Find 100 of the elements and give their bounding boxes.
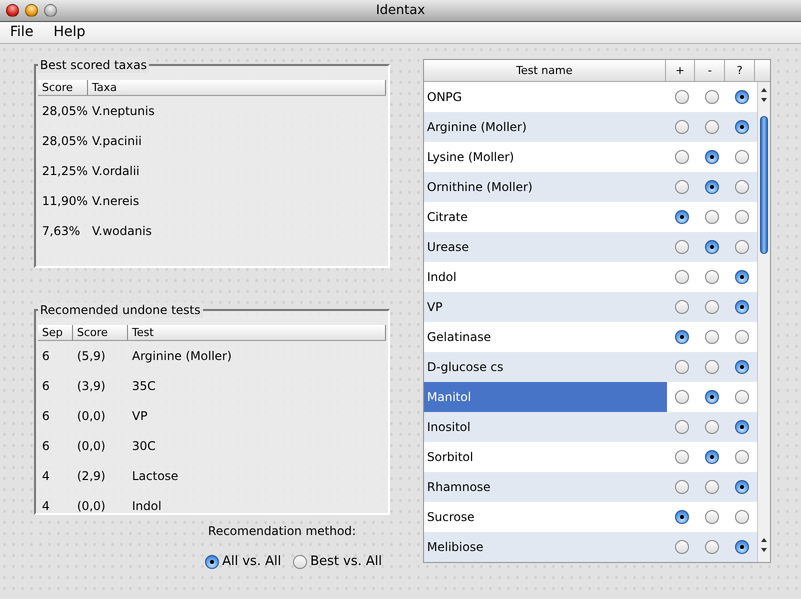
table-cell-text: 6 — [41, 438, 51, 455]
radio-button[interactable] — [705, 120, 719, 134]
window-title: Identax — [376, 2, 426, 18]
radio-button[interactable] — [705, 180, 719, 194]
radio-button[interactable] — [675, 180, 689, 194]
radio-button[interactable] — [675, 450, 689, 464]
radio-button[interactable] — [705, 270, 719, 284]
radio-button[interactable] — [293, 554, 308, 569]
radio-button[interactable] — [735, 510, 749, 524]
radio-button[interactable] — [675, 120, 689, 134]
radio-button[interactable] — [735, 450, 749, 464]
radio-button[interactable] — [705, 210, 719, 224]
column-header[interactable]: Test — [128, 325, 386, 340]
radio-button[interactable] — [735, 540, 749, 554]
table-cell-text: V.pacinii — [91, 133, 142, 150]
zoom-icon[interactable] — [44, 4, 57, 17]
table-cell-text: 21,25% — [41, 163, 88, 180]
radio-button[interactable] — [675, 90, 689, 104]
method-label: Recomendation method: — [208, 524, 356, 538]
radio-button[interactable] — [705, 420, 719, 434]
table-row-name[interactable]: Sucrose — [424, 502, 667, 532]
radio-button[interactable] — [705, 300, 719, 314]
radio-button[interactable] — [705, 450, 719, 464]
menu-item[interactable]: Help — [43, 22, 96, 43]
radio-button[interactable] — [735, 270, 749, 284]
radio-button[interactable] — [705, 240, 719, 254]
radio-button[interactable] — [675, 300, 689, 314]
radio-button[interactable] — [735, 360, 749, 374]
table-cell-text: (2,9) — [76, 468, 106, 485]
radio-button[interactable] — [675, 360, 689, 374]
radio-button[interactable] — [675, 420, 689, 434]
table-cell-text: (0,0) — [76, 498, 106, 515]
table-cell-text: Lactose — [131, 468, 178, 485]
radio-button[interactable] — [705, 150, 719, 164]
table-row-name[interactable]: Gelatinase — [424, 322, 667, 352]
radio-button[interactable] — [735, 120, 749, 134]
table-cell-text: 11,90% — [41, 193, 88, 210]
minimize-icon[interactable] — [25, 4, 38, 17]
menu-item[interactable]: File — [0, 22, 44, 43]
column-header[interactable]: Sep — [38, 325, 73, 340]
radio-button[interactable] — [735, 390, 749, 404]
radio-label[interactable]: All vs. All — [222, 552, 282, 572]
group-title: Recomended undone tests — [38, 302, 202, 318]
radio-button[interactable] — [675, 270, 689, 284]
radio-button[interactable] — [705, 540, 719, 554]
table-cell-text: VP — [131, 408, 148, 425]
radio-button[interactable] — [735, 420, 749, 434]
radio-button[interactable] — [675, 330, 689, 344]
column-header[interactable]: Score — [73, 325, 128, 340]
column-header[interactable]: Test name — [424, 60, 666, 81]
table-cell-text: (0,0) — [76, 438, 106, 455]
radio-button[interactable] — [675, 210, 689, 224]
radio-label[interactable]: Best vs. All — [310, 552, 382, 572]
radio-button[interactable] — [735, 300, 749, 314]
radio-button[interactable] — [705, 480, 719, 494]
radio-button[interactable] — [735, 180, 749, 194]
table-cell-text: 4 — [41, 468, 51, 485]
table-row-name[interactable]: Citrate — [424, 202, 667, 232]
table-row-name[interactable]: Indol — [424, 262, 667, 292]
table-row-name[interactable]: ONPG — [424, 82, 667, 112]
radio-button[interactable] — [705, 360, 719, 374]
group-title: Best scored taxas — [38, 57, 149, 73]
table-row-name[interactable]: Sorbitol — [424, 442, 667, 472]
radio-button[interactable] — [735, 90, 749, 104]
table-cell-text: V.neptunis — [91, 103, 155, 120]
table-cell-text: 6 — [41, 408, 51, 425]
close-icon[interactable] — [6, 4, 19, 17]
column-header[interactable]: ? — [725, 60, 756, 81]
radio-button[interactable] — [675, 150, 689, 164]
radio-button[interactable] — [675, 240, 689, 254]
radio-button[interactable] — [735, 150, 749, 164]
radio-button[interactable] — [705, 510, 719, 524]
radio-button[interactable] — [705, 90, 719, 104]
table-cell-text: (5,9) — [76, 348, 106, 365]
radio-button[interactable] — [735, 480, 749, 494]
table-cell-text: Arginine (Moller) — [131, 348, 232, 365]
table-cell-text: 6 — [41, 378, 51, 395]
radio-button[interactable] — [675, 480, 689, 494]
radio-button[interactable] — [705, 330, 719, 344]
table-row-name[interactable]: Lysine (Moller) — [424, 142, 667, 172]
table-cell-text: 7,63% — [41, 223, 82, 240]
radio-button[interactable] — [705, 390, 719, 404]
radio-button[interactable] — [675, 510, 689, 524]
table-cell-text: 4 — [41, 498, 51, 515]
radio-button[interactable] — [735, 240, 749, 254]
radio-button[interactable] — [675, 390, 689, 404]
radio-button[interactable] — [735, 210, 749, 224]
column-header[interactable]: Score — [38, 80, 88, 95]
scroll-thumb[interactable] — [760, 116, 768, 254]
column-header[interactable]: + — [666, 60, 696, 81]
radio-button[interactable] — [675, 540, 689, 554]
radio-button[interactable] — [735, 330, 749, 344]
radio-button[interactable] — [205, 554, 220, 569]
table-cell-text: 28,05% — [41, 103, 88, 120]
table-cell-text: 30C — [131, 438, 156, 455]
column-header[interactable]: Taxa — [88, 80, 386, 95]
table-cell-text: 6 — [41, 348, 51, 365]
column-header[interactable]: - — [695, 60, 726, 81]
scrollbar[interactable] — [757, 82, 770, 562]
table-row-name[interactable]: Manitol — [424, 382, 667, 412]
